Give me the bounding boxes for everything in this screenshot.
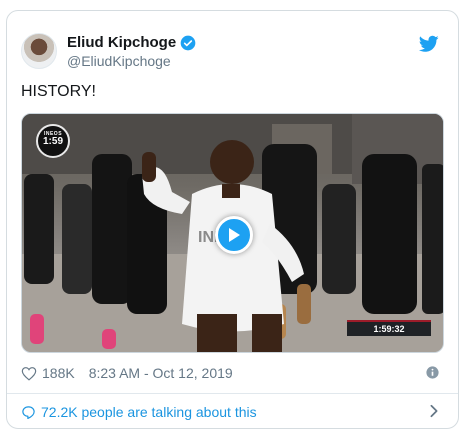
verified-badge-icon <box>180 35 196 50</box>
author-name[interactable]: Eliud Kipchoge <box>67 34 176 51</box>
chevron-right-icon[interactable] <box>429 404 439 418</box>
race-timer: 1:59:32 <box>347 320 431 336</box>
ineos-badge: INEOS 1:59 <box>36 124 70 158</box>
tweet-meta: 188K 8:23 AM - Oct 12, 2019 <box>21 363 445 383</box>
author-name-row[interactable]: Eliud Kipchoge <box>67 34 196 51</box>
like-count[interactable]: 188K <box>42 365 75 381</box>
speech-bubble-icon <box>22 405 35 419</box>
badge-time: 1:59 <box>42 136 63 147</box>
avatar[interactable] <box>21 33 57 69</box>
conversation-link[interactable]: 72.2K people are talking about this <box>21 402 445 422</box>
talking-count-link[interactable]: 72.2K people are talking about this <box>41 404 257 420</box>
author-handle[interactable]: @EliudKipchoge <box>67 53 171 69</box>
tweet-card[interactable]: Eliud Kipchoge @EliudKipchoge HISTORY! I… <box>6 10 459 429</box>
play-button[interactable] <box>215 216 253 254</box>
play-icon <box>229 228 240 242</box>
twitter-bird-icon[interactable] <box>419 35 439 53</box>
tweet-header: Eliud Kipchoge @EliudKipchoge <box>21 31 445 75</box>
divider <box>7 393 458 394</box>
tweet-timestamp[interactable]: 8:23 AM - Oct 12, 2019 <box>89 365 233 381</box>
video-media[interactable]: INEOS INEOS 1:59 1:59:32 <box>21 113 444 353</box>
info-icon[interactable] <box>426 366 439 379</box>
heart-icon[interactable] <box>21 366 37 381</box>
tweet-text: HISTORY! <box>21 83 96 100</box>
